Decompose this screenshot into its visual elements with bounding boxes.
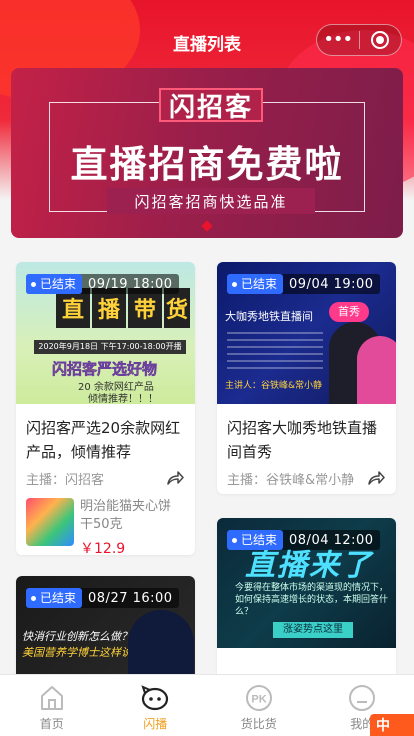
status-label: 已结束 bbox=[227, 274, 284, 294]
thumb-host-line: 主讲人：谷铁峰&常小静 bbox=[225, 381, 323, 391]
product-image bbox=[26, 498, 74, 546]
live-thumbnail: 直 播 带 货 2020年9月18日 下午17:00-18:00开播 闪招客严选… bbox=[16, 262, 195, 404]
tab-live[interactable]: 闪播 bbox=[104, 675, 208, 736]
thumb-question: 美国营养学博士这样说 bbox=[22, 646, 132, 659]
live-icon bbox=[141, 685, 169, 711]
status-label: 已结束 bbox=[26, 588, 83, 608]
pk-icon: PK bbox=[245, 685, 272, 711]
host-name: 主播：谷铁峰&常小静 bbox=[227, 472, 355, 488]
close-miniprogram-button[interactable] bbox=[359, 31, 401, 49]
live-time: 09/04 19:00 bbox=[289, 276, 374, 292]
more-menu-icon[interactable]: ••• bbox=[317, 25, 359, 55]
svg-text:PK: PK bbox=[251, 694, 266, 706]
share-icon[interactable] bbox=[366, 468, 386, 488]
banner-subline: 闪招客招商快选品准 bbox=[134, 192, 288, 211]
live-time: 08/27 16:00 bbox=[88, 590, 173, 606]
screen: 直播列表 ••• 闪招客 直播招商免费啦 闪招客招商快选品准 直 播 带 货 2… bbox=[0, 0, 414, 736]
host-photo bbox=[128, 610, 194, 676]
tab-label: 闪播 bbox=[143, 717, 168, 731]
banner-kicker-box: 闪招客 bbox=[159, 88, 263, 123]
live-thumbnail: 快消行业创新怎么做？ 美国营养学博士这样说 已结束 08/27 16:00 bbox=[16, 576, 195, 676]
status-badge: 已结束 08/04 12:00 bbox=[227, 530, 380, 550]
status-badge: 已结束 09/19 18:00 bbox=[26, 274, 179, 294]
live-card[interactable]: 大咖秀地铁直播间 首秀 主讲人：谷铁峰&常小静 已结束 09/04 19:00 … bbox=[217, 262, 396, 494]
banner-subline-box: 闪招客招商快选品准 bbox=[107, 188, 315, 214]
live-time: 08/04 12:00 bbox=[289, 532, 374, 548]
status-label: 已结束 bbox=[227, 530, 284, 550]
status-label: 已结束 bbox=[26, 274, 83, 294]
banner-headline: 直播招商免费啦 bbox=[70, 143, 344, 186]
host-name: 主播：闪招客 bbox=[26, 472, 105, 488]
profile-icon bbox=[349, 685, 376, 711]
live-title: 闪招客严选20余款网红产品，倾情推荐 bbox=[26, 419, 181, 461]
product-name: 明治能猫夹心饼干50克 bbox=[80, 499, 172, 532]
promo-banner[interactable]: 闪招客 直播招商免费啦 闪招客招商快选品准 bbox=[11, 68, 403, 238]
thumb-highlight: 首秀 bbox=[329, 302, 369, 322]
thumb-char: 直 bbox=[56, 288, 90, 328]
tab-home[interactable]: 首页 bbox=[0, 675, 104, 736]
thumb-char: 播 bbox=[92, 288, 126, 328]
host-photo bbox=[357, 336, 396, 404]
target-icon bbox=[371, 31, 390, 49]
tab-bar: 首页 闪播 PK 货比货 我的 bbox=[0, 674, 414, 736]
thumb-text-lines bbox=[227, 332, 323, 372]
tab-label: 货比货 bbox=[240, 717, 277, 731]
thumb-question: 快消行业创新怎么做？ bbox=[22, 630, 132, 643]
miniprogram-capsule: ••• bbox=[316, 24, 402, 56]
product-item[interactable]: 明治能猫夹心饼干50克 ￥12.9 bbox=[16, 488, 195, 555]
live-thumbnail: 大咖秀地铁直播间 首秀 主讲人：谷铁峰&常小静 已结束 09/04 19:00 bbox=[217, 262, 396, 404]
tab-label: 首页 bbox=[39, 717, 64, 731]
thumb-char: 货 bbox=[164, 288, 190, 328]
status-badge: 已结束 08/27 16:00 bbox=[26, 588, 179, 608]
status-badge: 已结束 09/04 19:00 bbox=[227, 274, 380, 294]
tab-compare[interactable]: PK 货比货 bbox=[207, 675, 311, 736]
ime-label: 中 bbox=[376, 718, 390, 734]
share-icon[interactable] bbox=[165, 468, 185, 488]
thumb-char: 带 bbox=[128, 288, 162, 328]
home-icon bbox=[40, 686, 63, 710]
live-title: 闪招客大咖秀地铁直播间首秀 bbox=[227, 419, 378, 461]
thumb-line: 倾情推荐！！！ bbox=[88, 394, 158, 404]
banner-kicker: 闪招客 bbox=[168, 92, 253, 123]
thumb-slogan: 闪招客严选好物 bbox=[52, 360, 158, 379]
live-thumbnail: 直播来了 今要得在整体市场的渠道现的情况下，如何保持高速增长的状态，本期回答什么… bbox=[217, 518, 396, 648]
product-price: ￥12.9 bbox=[80, 541, 126, 555]
ime-indicator[interactable]: 中 bbox=[370, 714, 414, 736]
thumb-date-line: 2020年9月18日 下午17:00-18:00开播 bbox=[34, 340, 186, 354]
thumb-heading: 大咖秀地铁直播间 bbox=[225, 310, 313, 323]
thumb-cta: 涨姿势点这里 bbox=[273, 622, 353, 638]
thumb-text: 今要得在整体市场的渠道现的情况下，如何保持高速增长的状态，本期回答什么？ bbox=[235, 583, 389, 617]
live-time: 09/19 18:00 bbox=[88, 276, 173, 292]
live-card[interactable]: 直 播 带 货 2020年9月18日 下午17:00-18:00开播 闪招客严选… bbox=[16, 262, 195, 555]
